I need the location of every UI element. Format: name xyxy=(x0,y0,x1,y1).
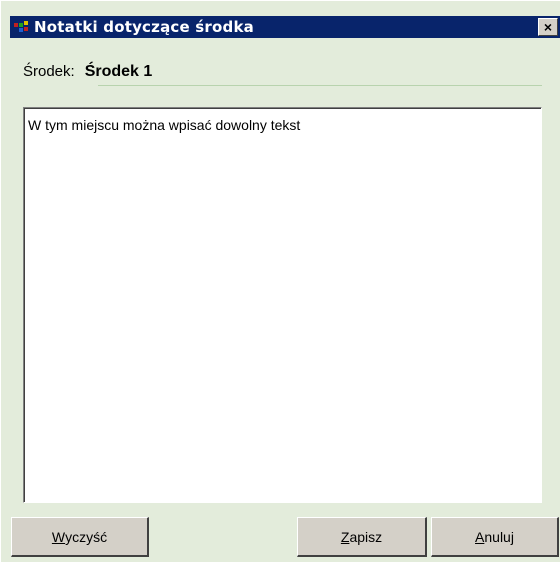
save-accelerator: Z xyxy=(340,528,350,545)
clear-label: yczyść xyxy=(65,528,108,545)
notes-dialog: Notatki dotyczące środka × Środek: Środe… xyxy=(0,0,560,562)
close-button[interactable]: × xyxy=(538,18,558,36)
asset-value: Środek 1 xyxy=(84,63,153,80)
save-button[interactable]: Zapisz xyxy=(297,517,427,557)
asset-field: Środek: Środek 1 xyxy=(23,63,543,87)
clear-accelerator: W xyxy=(51,528,66,545)
asset-label: Środek: xyxy=(23,63,75,80)
save-label: apisz xyxy=(349,528,383,545)
window-title: Notatki dotyczące środka xyxy=(34,18,254,36)
cancel-button[interactable]: Anuluj xyxy=(431,517,559,557)
title-bar[interactable]: Notatki dotyczące środka × xyxy=(10,16,560,38)
app-icon xyxy=(14,20,32,34)
cancel-accelerator: A xyxy=(475,528,485,545)
cancel-label: nuluj xyxy=(484,528,514,545)
close-icon: × xyxy=(543,19,553,35)
clear-button[interactable]: Wyczyść xyxy=(11,517,149,557)
notes-textarea[interactable]: W tym miejscu można wpisać dowolny tekst xyxy=(23,107,542,503)
field-underline xyxy=(98,85,542,86)
